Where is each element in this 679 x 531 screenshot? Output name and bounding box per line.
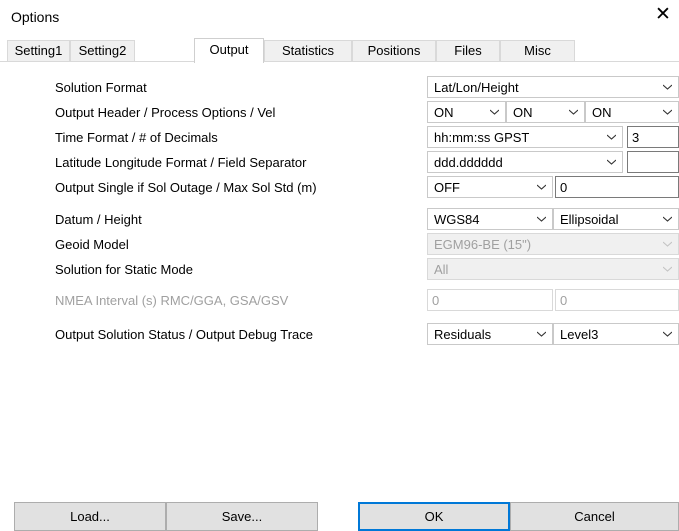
save-button[interactable]: Save...	[166, 502, 318, 531]
chevron-down-icon	[663, 266, 672, 272]
solution-status-label: Output Solution Status / Output Debug Tr…	[55, 327, 313, 342]
vel-select[interactable]: ON	[585, 101, 679, 123]
nmea-interval-label: NMEA Interval (s) RMC/GGA, GSA/GSV	[55, 293, 289, 308]
decimals-value: 3	[632, 130, 640, 145]
nmea-gsa-gsv-value: 0	[560, 293, 568, 308]
load-button[interactable]: Load...	[14, 502, 166, 531]
latlon-format-value: ddd.dddddd	[434, 155, 503, 170]
chevron-down-icon	[663, 216, 672, 222]
tab-bar: Setting1 Setting2 Output Statistics Posi…	[0, 38, 679, 63]
tab-statistics[interactable]: Statistics	[264, 40, 352, 61]
process-options-value: ON	[513, 105, 533, 120]
output-header-label: Output Header / Process Options / Vel	[55, 105, 276, 120]
solution-format-label: Solution Format	[55, 80, 147, 95]
chevron-down-icon	[663, 241, 672, 247]
latlon-format-label: Latitude Longitude Format / Field Separa…	[55, 155, 307, 170]
close-icon[interactable]: ✕	[655, 5, 671, 25]
chevron-down-icon	[537, 216, 546, 222]
solution-status-value: Residuals	[434, 327, 492, 342]
datum-label: Datum / Height	[55, 212, 142, 227]
datum-value: WGS84	[434, 212, 480, 227]
cancel-button[interactable]: Cancel	[510, 502, 679, 531]
chevron-down-icon	[663, 331, 672, 337]
chevron-down-icon	[537, 184, 546, 190]
time-format-label: Time Format / # of Decimals	[55, 130, 218, 145]
tab-output[interactable]: Output	[194, 38, 264, 63]
vel-value: ON	[592, 105, 612, 120]
field-separator-input[interactable]	[627, 151, 679, 173]
process-options-select[interactable]: ON	[506, 101, 585, 123]
output-header-select[interactable]: ON	[427, 101, 506, 123]
max-sol-std-value: 0	[560, 180, 568, 195]
solution-format-value: Lat/Lon/Height	[434, 80, 519, 95]
decimals-input[interactable]: 3	[627, 126, 679, 148]
chevron-down-icon	[607, 159, 616, 165]
solution-status-select[interactable]: Residuals	[427, 323, 553, 345]
datum-select[interactable]: WGS84	[427, 208, 553, 230]
chevron-down-icon	[569, 109, 578, 115]
height-value: Ellipsoidal	[560, 212, 619, 227]
options-dialog: Options ✕ Setting1 Setting2 Output Stati…	[0, 0, 679, 531]
geoid-model-label: Geoid Model	[55, 237, 129, 252]
max-sol-std-input[interactable]: 0	[555, 176, 679, 198]
tab-divider	[0, 61, 679, 62]
output-header-value: ON	[434, 105, 454, 120]
sol-outage-value: OFF	[434, 180, 460, 195]
tab-setting2[interactable]: Setting2	[70, 40, 135, 61]
nmea-rmc-gga-value: 0	[432, 293, 440, 308]
geoid-model-value: EGM96-BE (15")	[434, 237, 532, 252]
ok-button[interactable]: OK	[358, 502, 510, 531]
debug-trace-value: Level3	[560, 327, 599, 342]
chevron-down-icon	[663, 84, 672, 90]
static-mode-label: Solution for Static Mode	[55, 262, 194, 277]
static-mode-select[interactable]: All	[427, 258, 679, 280]
time-format-value: hh:mm:ss GPST	[434, 130, 530, 145]
chevron-down-icon	[607, 134, 616, 140]
chevron-down-icon	[537, 331, 546, 337]
debug-trace-select[interactable]: Level3	[553, 323, 679, 345]
sol-outage-select[interactable]: OFF	[427, 176, 553, 198]
chevron-down-icon	[663, 109, 672, 115]
geoid-model-select[interactable]: EGM96-BE (15")	[427, 233, 679, 255]
tab-positions[interactable]: Positions	[352, 40, 436, 61]
height-select[interactable]: Ellipsoidal	[553, 208, 679, 230]
chevron-down-icon	[490, 109, 499, 115]
solution-format-select[interactable]: Lat/Lon/Height	[427, 76, 679, 98]
nmea-rmc-gga-input[interactable]: 0	[427, 289, 553, 311]
dialog-title: Options	[11, 9, 60, 25]
tab-files[interactable]: Files	[436, 40, 500, 61]
time-format-select[interactable]: hh:mm:ss GPST	[427, 126, 623, 148]
static-mode-value: All	[434, 262, 449, 277]
nmea-gsa-gsv-input[interactable]: 0	[555, 289, 679, 311]
sol-outage-label: Output Single if Sol Outage / Max Sol St…	[55, 180, 317, 195]
latlon-format-select[interactable]: ddd.dddddd	[427, 151, 623, 173]
tab-setting1[interactable]: Setting1	[7, 40, 70, 61]
tab-misc[interactable]: Misc	[500, 40, 575, 61]
